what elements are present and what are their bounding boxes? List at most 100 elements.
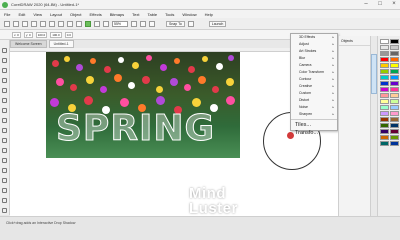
freehand-tool-icon[interactable]: [2, 88, 7, 93]
color-swatch[interactable]: [390, 87, 399, 92]
menu-item[interactable]: Noise ▸: [291, 104, 337, 111]
color-swatch[interactable]: [380, 39, 389, 44]
color-swatch[interactable]: [390, 81, 399, 86]
color-swatch[interactable]: [390, 45, 399, 50]
color-swatch[interactable]: [380, 45, 389, 50]
menu-object[interactable]: Object: [70, 12, 82, 17]
export-icon[interactable]: [103, 20, 109, 27]
color-swatch[interactable]: [380, 111, 389, 116]
color-swatch[interactable]: [390, 135, 399, 140]
shape-tool-icon[interactable]: [2, 58, 7, 63]
rotation-field[interactable]: 0.0: [64, 31, 73, 38]
color-swatch[interactable]: [380, 69, 389, 74]
menu-item[interactable]: Sharpen ▸: [291, 111, 337, 118]
options-gear-icon[interactable]: [187, 20, 194, 27]
color-swatch[interactable]: [380, 123, 389, 128]
full-screen-icon[interactable]: [131, 20, 137, 27]
color-swatch[interactable]: [380, 63, 389, 68]
menu-item[interactable]: 3D Effects ▸: [291, 34, 337, 41]
grid-icon[interactable]: [149, 20, 155, 27]
menu-text[interactable]: Text: [132, 12, 139, 17]
polygon-tool-icon[interactable]: [2, 128, 7, 133]
menu-bitmaps[interactable]: Bitmaps: [110, 12, 124, 17]
save-icon[interactable]: [22, 20, 28, 27]
color-swatch[interactable]: [380, 75, 389, 80]
text-tool-icon[interactable]: [2, 138, 7, 143]
color-swatch[interactable]: [390, 69, 399, 74]
maximize-icon[interactable]: □: [376, 1, 384, 8]
menu-table[interactable]: Table: [148, 12, 158, 17]
color-swatch[interactable]: [380, 105, 389, 110]
color-swatch[interactable]: [390, 117, 399, 122]
menu-item-transform[interactable]: Transfo...: [291, 129, 337, 137]
menu-item[interactable]: Adjust ▸: [291, 41, 337, 48]
color-swatch[interactable]: [380, 93, 389, 98]
color-swatch[interactable]: [390, 141, 399, 146]
cut-icon[interactable]: [40, 20, 46, 27]
color-swatch[interactable]: [390, 105, 399, 110]
rulers-icon[interactable]: [140, 20, 146, 27]
paste-icon[interactable]: [58, 20, 64, 27]
eyedropper-tool-icon[interactable]: [2, 188, 7, 193]
menu-item[interactable]: Camera ▸: [291, 62, 337, 69]
color-swatch[interactable]: [390, 93, 399, 98]
color-swatch[interactable]: [390, 57, 399, 62]
tab-welcome-screen[interactable]: Welcome Screen: [10, 40, 47, 48]
color-swatch[interactable]: [380, 135, 389, 140]
menu-window[interactable]: Window: [182, 12, 196, 17]
zoom-tool-icon[interactable]: [2, 78, 7, 83]
color-swatch[interactable]: [390, 123, 399, 128]
color-swatch[interactable]: [380, 87, 389, 92]
menu-item[interactable]: Contour ▸: [291, 76, 337, 83]
artistic-media-icon[interactable]: [2, 98, 7, 103]
color-swatch[interactable]: [390, 99, 399, 104]
tab-untitled-1[interactable]: Untitled-1: [48, 40, 74, 48]
menu-effects[interactable]: Effects: [90, 12, 102, 17]
zoom-level-field[interactable]: 55%: [112, 20, 128, 27]
color-swatch[interactable]: [390, 129, 399, 134]
transparency-tool-icon[interactable]: [2, 178, 7, 183]
menu-item[interactable]: Color Transform ▸: [291, 69, 337, 76]
menu-layout[interactable]: Layout: [50, 12, 62, 17]
color-swatch[interactable]: [390, 63, 399, 68]
interactive-fill-icon[interactable]: [2, 198, 7, 203]
color-swatch[interactable]: [390, 39, 399, 44]
smart-fill-icon[interactable]: [2, 208, 7, 213]
menu-item-tiles[interactable]: Tiles...: [291, 121, 337, 129]
snap-to-dropdown[interactable]: Snap To: [166, 20, 185, 27]
color-swatch[interactable]: [390, 111, 399, 116]
menu-item[interactable]: Custom ▸: [291, 90, 337, 97]
minimize-icon[interactable]: –: [362, 1, 370, 8]
close-icon[interactable]: ×: [390, 1, 398, 8]
color-swatch[interactable]: [380, 81, 389, 86]
color-swatch[interactable]: [380, 129, 389, 134]
menu-item[interactable]: Art Strokes ▸: [291, 48, 337, 55]
open-icon[interactable]: [13, 20, 19, 27]
color-swatch[interactable]: [380, 141, 389, 146]
menu-item[interactable]: Distort ▸: [291, 97, 337, 104]
menu-view[interactable]: View: [33, 12, 42, 17]
rectangle-tool-icon[interactable]: [2, 108, 7, 113]
menu-item[interactable]: Creative ▸: [291, 83, 337, 90]
connector-tool-icon[interactable]: [2, 158, 7, 163]
undo-icon[interactable]: [67, 20, 73, 27]
copy-icon[interactable]: [49, 20, 55, 27]
crop-tool-icon[interactable]: [2, 68, 7, 73]
menu-help[interactable]: Help: [205, 12, 213, 17]
launch-dropdown[interactable]: Launch: [208, 20, 227, 27]
y-position-field[interactable]: y: 0: [23, 31, 33, 38]
pick-tool-icon[interactable]: [2, 48, 7, 53]
x-position-field[interactable]: x: 0: [12, 31, 21, 38]
height-field[interactable]: 100.0: [50, 31, 62, 38]
redo-icon[interactable]: [76, 20, 82, 27]
menu-edit[interactable]: Edit: [18, 12, 25, 17]
ellipse-tool-icon[interactable]: [2, 118, 7, 123]
color-swatch[interactable]: [390, 51, 399, 56]
color-swatch[interactable]: [380, 117, 389, 122]
import-icon[interactable]: [94, 20, 100, 27]
width-field[interactable]: 100.0: [35, 31, 48, 38]
new-document-icon[interactable]: [4, 20, 10, 27]
menu-tools[interactable]: Tools: [165, 12, 174, 17]
color-swatch[interactable]: [380, 51, 389, 56]
parallel-dimension-icon[interactable]: [2, 148, 7, 153]
